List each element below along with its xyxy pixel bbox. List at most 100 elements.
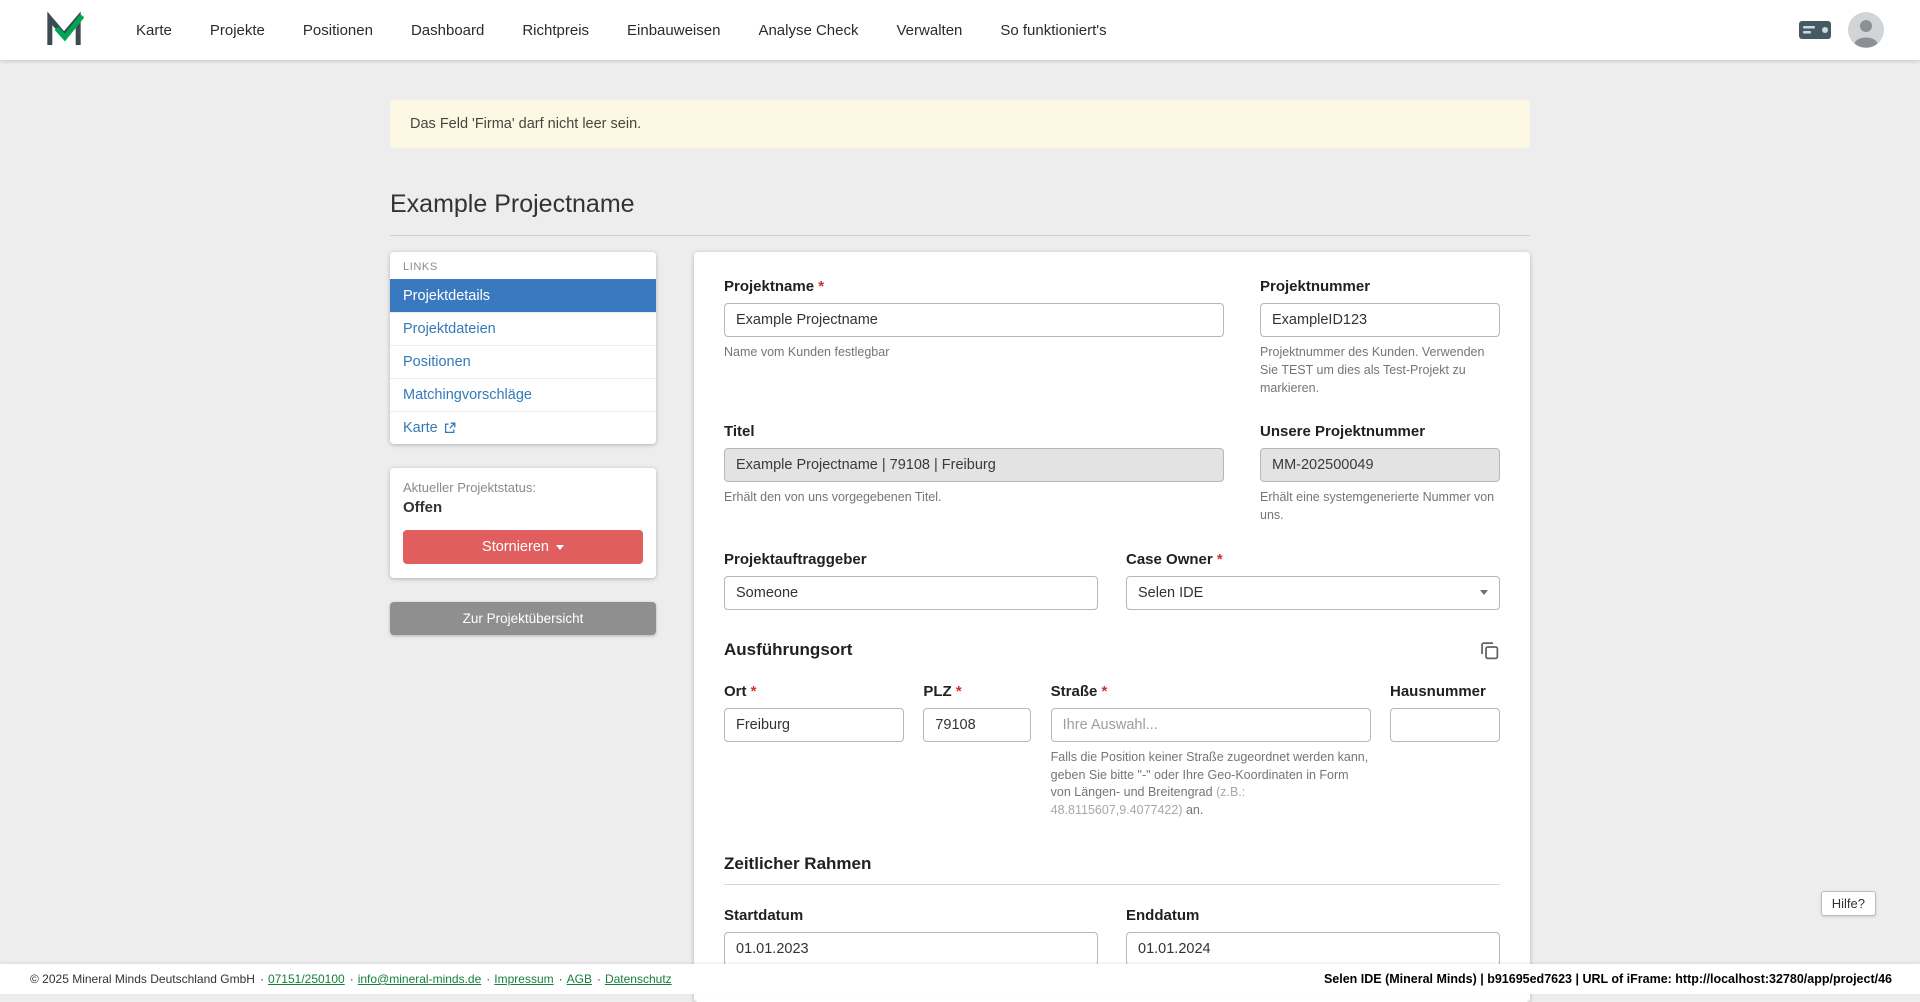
field-ort: Ort bbox=[724, 683, 904, 742]
nav-item-richtpreis[interactable]: Richtpreis bbox=[522, 22, 589, 39]
title-divider bbox=[390, 235, 1530, 236]
field-projektname: Projektname Name vom Kunden festlegbar bbox=[724, 278, 1224, 362]
sidebar-item-label: Karte bbox=[403, 420, 438, 436]
sidebar-links-card: LINKS Projektdetails Projektdateien Posi… bbox=[390, 252, 656, 444]
unsere-projektnummer-hint: Erhält eine systemgenerierte Nummer von … bbox=[1260, 489, 1500, 525]
field-projektnummer: Projektnummer Projektnummer des Kunden. … bbox=[1260, 278, 1500, 397]
footer-left: © 2025 Mineral Minds Deutschland GmbH 07… bbox=[30, 972, 677, 986]
stornieren-button[interactable]: Stornieren bbox=[403, 530, 643, 564]
user-avatar[interactable] bbox=[1848, 12, 1884, 48]
field-plz: PLZ bbox=[923, 683, 1031, 742]
footer-datenschutz-wrap: Datenschutz bbox=[597, 972, 672, 986]
sidebar-item-projektdetails[interactable]: Projektdetails bbox=[390, 279, 656, 312]
field-hausnummer: Hausnummer bbox=[1390, 683, 1500, 742]
nav-item-positionen[interactable]: Positionen bbox=[303, 22, 373, 39]
external-link-icon bbox=[444, 422, 456, 434]
copy-icon bbox=[1479, 640, 1500, 661]
help-button[interactable]: Hilfe? bbox=[1821, 891, 1876, 916]
case-owner-label: Case Owner bbox=[1126, 551, 1500, 568]
footer-email-link[interactable]: info@mineral-minds.de bbox=[358, 972, 482, 986]
footer-phone-link[interactable]: 07151/250100 bbox=[268, 972, 345, 986]
sidebar-item-label: Matchingvorschläge bbox=[403, 387, 532, 403]
project-status-card: Aktueller Projektstatus: Offen Storniere… bbox=[390, 468, 656, 578]
field-enddatum: Enddatum bbox=[1126, 907, 1500, 966]
case-owner-value: Selen IDE bbox=[1138, 585, 1203, 601]
project-overview-button[interactable]: Zur Projektübersicht bbox=[390, 602, 656, 635]
sidebar-links-header: LINKS bbox=[390, 252, 656, 279]
field-startdatum: Startdatum bbox=[724, 907, 1098, 966]
projektnummer-input[interactable] bbox=[1260, 303, 1500, 337]
user-avatar-icon bbox=[1848, 12, 1884, 48]
unsere-projektnummer-label: Unsere Projektnummer bbox=[1260, 423, 1500, 440]
projektnummer-hint: Projektnummer des Kunden. Verwenden Sie … bbox=[1260, 344, 1500, 397]
projektname-input[interactable] bbox=[724, 303, 1224, 337]
copy-address-button[interactable] bbox=[1479, 640, 1500, 661]
sidebar-item-positionen[interactable]: Positionen bbox=[390, 345, 656, 378]
field-strasse: Straße Falls die Position keiner Straße … bbox=[1051, 683, 1371, 820]
strasse-hint: Falls die Position keiner Straße zugeord… bbox=[1051, 749, 1371, 820]
projektauftraggeber-label: Projektauftraggeber bbox=[724, 551, 1098, 568]
plz-input[interactable] bbox=[923, 708, 1031, 742]
titel-hint: Erhält den von uns vorgegebenen Titel. bbox=[724, 489, 1224, 507]
footer-impressum-wrap: Impressum bbox=[486, 972, 553, 986]
sidebar-item-matchingvorschlaege[interactable]: Matchingvorschläge bbox=[390, 378, 656, 411]
projektname-label: Projektname bbox=[724, 278, 1224, 295]
alert-message: Das Feld 'Firma' darf nicht leer sein. bbox=[410, 116, 641, 132]
field-unsere-projektnummer: Unsere Projektnummer Erhält eine systemg… bbox=[1260, 423, 1500, 525]
sidebar-item-karte[interactable]: Karte bbox=[390, 411, 656, 444]
footer-session-info: Selen IDE (Mineral Minds) | b91695ed7623… bbox=[1324, 972, 1892, 986]
nav-right bbox=[1798, 12, 1884, 48]
sidebar: LINKS Projektdetails Projektdateien Posi… bbox=[390, 252, 656, 635]
case-owner-select[interactable]: Selen IDE bbox=[1126, 576, 1500, 610]
footer-datenschutz-link[interactable]: Datenschutz bbox=[605, 972, 672, 986]
nav-item-karte[interactable]: Karte bbox=[136, 22, 172, 39]
footer-copyright: © 2025 Mineral Minds Deutschland GmbH bbox=[30, 972, 255, 986]
sidebar-item-projektdateien[interactable]: Projektdateien bbox=[390, 312, 656, 345]
enddatum-label: Enddatum bbox=[1126, 907, 1500, 924]
ausfuehrungsort-heading: Ausführungsort bbox=[724, 640, 852, 660]
projektname-hint: Name vom Kunden festlegbar bbox=[724, 344, 1224, 362]
unsere-projektnummer-input bbox=[1260, 448, 1500, 482]
startdatum-label: Startdatum bbox=[724, 907, 1098, 924]
caret-down-icon bbox=[556, 545, 564, 550]
titel-label: Titel bbox=[724, 423, 1224, 440]
nav-item-projekte[interactable]: Projekte bbox=[210, 22, 265, 39]
field-case-owner: Case Owner Selen IDE bbox=[1126, 551, 1500, 610]
nav-item-verwalten[interactable]: Verwalten bbox=[897, 22, 963, 39]
status-label: Aktueller Projektstatus: bbox=[403, 480, 643, 495]
hausnummer-input[interactable] bbox=[1390, 708, 1500, 742]
server-icon[interactable] bbox=[1798, 18, 1832, 42]
nav-item-einbauweisen[interactable]: Einbauweisen bbox=[627, 22, 720, 39]
hausnummer-label: Hausnummer bbox=[1390, 683, 1500, 700]
nav-item-analyse-check[interactable]: Analyse Check bbox=[758, 22, 858, 39]
zeitlicher-rahmen-divider bbox=[724, 884, 1500, 885]
sidebar-item-label: Positionen bbox=[403, 354, 471, 370]
startdatum-input[interactable] bbox=[724, 932, 1098, 966]
projektnummer-label: Projektnummer bbox=[1260, 278, 1500, 295]
stornieren-button-label: Stornieren bbox=[482, 539, 549, 555]
top-nav: Karte Projekte Positionen Dashboard Rich… bbox=[0, 0, 1920, 60]
caret-down-icon bbox=[1480, 590, 1488, 595]
logo[interactable] bbox=[44, 10, 84, 50]
field-projektauftraggeber: Projektauftraggeber bbox=[724, 551, 1098, 610]
logo-icon bbox=[44, 10, 84, 50]
ort-input[interactable] bbox=[724, 708, 904, 742]
project-details-form: Projektname Name vom Kunden festlegbar P… bbox=[694, 252, 1530, 1002]
footer-agb-link[interactable]: AGB bbox=[567, 972, 592, 986]
field-titel: Titel Erhält den von uns vorgegebenen Ti… bbox=[724, 423, 1224, 507]
footer-impressum-link[interactable]: Impressum bbox=[494, 972, 553, 986]
footer-agb-wrap: AGB bbox=[559, 972, 592, 986]
strasse-input[interactable] bbox=[1051, 708, 1371, 742]
projektauftraggeber-input[interactable] bbox=[724, 576, 1098, 610]
zeitlicher-rahmen-heading: Zeitlicher Rahmen bbox=[724, 854, 1500, 874]
nav-item-dashboard[interactable]: Dashboard bbox=[411, 22, 484, 39]
alert-banner: Das Feld 'Firma' darf nicht leer sein. bbox=[390, 100, 1530, 148]
nav-item-so-funktionierts[interactable]: So funktioniert's bbox=[1000, 22, 1106, 39]
page-content: Das Feld 'Firma' darf nicht leer sein. E… bbox=[390, 0, 1530, 1002]
footer-phone-wrap: 07151/250100 bbox=[260, 972, 345, 986]
strasse-label: Straße bbox=[1051, 683, 1371, 700]
plz-label: PLZ bbox=[923, 683, 1031, 700]
titel-input bbox=[724, 448, 1224, 482]
sidebar-item-label: Projektdetails bbox=[403, 288, 490, 304]
enddatum-input[interactable] bbox=[1126, 932, 1500, 966]
